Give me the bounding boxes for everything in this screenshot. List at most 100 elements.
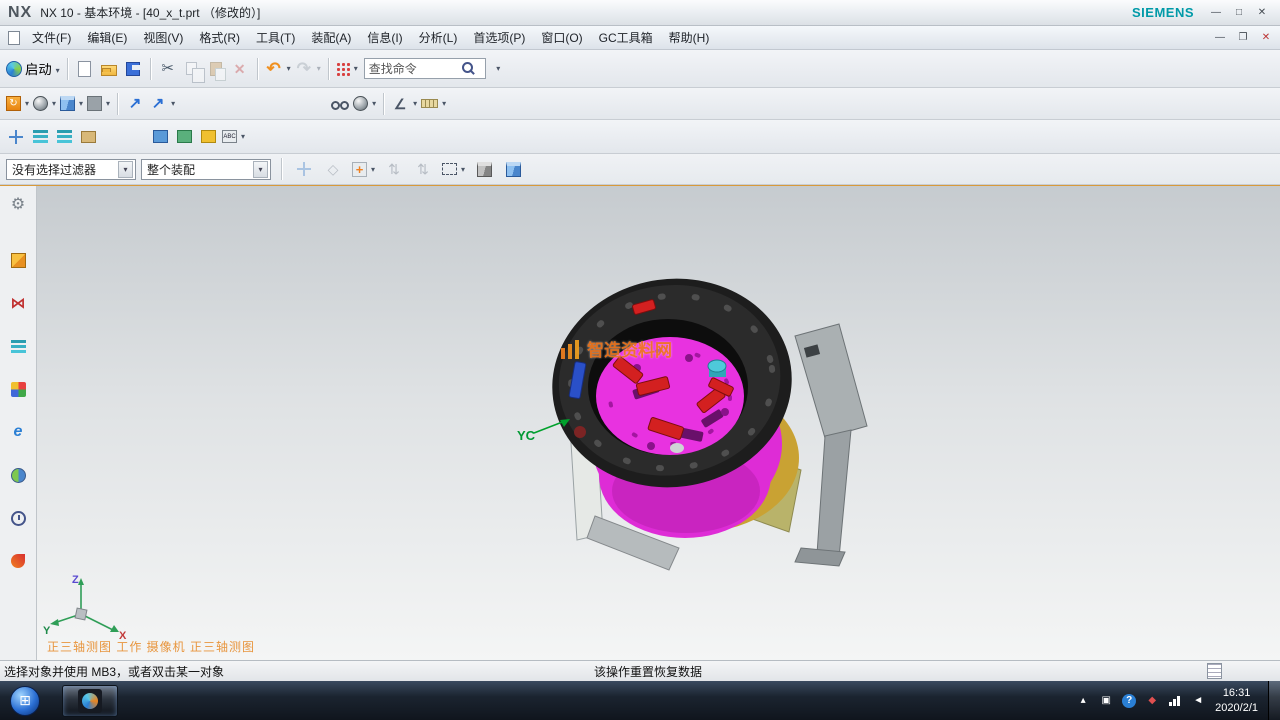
wave-geometry-button[interactable] bbox=[220, 124, 247, 150]
menu-analysis[interactable]: 分析(L) bbox=[411, 26, 466, 49]
new-component-button[interactable] bbox=[172, 124, 196, 150]
menu-file[interactable]: 文件(F) bbox=[24, 26, 79, 49]
child-close-button[interactable]: ✕ bbox=[1256, 30, 1276, 45]
assembly-constraints-button[interactable] bbox=[28, 124, 52, 150]
menu-help[interactable]: 帮助(H) bbox=[661, 26, 718, 49]
3d-model[interactable] bbox=[37, 186, 1280, 660]
reuse-library-button[interactable] bbox=[4, 376, 32, 402]
snap-point-icon bbox=[324, 160, 342, 178]
true-shading-button[interactable] bbox=[327, 91, 351, 117]
ruler-icon bbox=[421, 99, 438, 108]
view-cube-button[interactable] bbox=[58, 91, 85, 117]
menu-assembly[interactable]: 装配(A) bbox=[303, 26, 359, 49]
open-button[interactable] bbox=[97, 56, 121, 82]
child-restore-button[interactable]: ❐ bbox=[1233, 30, 1253, 45]
main-area: 智造资料网 YC Z Y X 正三轴测图 工作 摄像机 正三轴测图 bbox=[0, 185, 1280, 660]
process-studio-button[interactable] bbox=[4, 505, 32, 531]
book-icon bbox=[81, 131, 96, 143]
status-note-icon[interactable] bbox=[1207, 663, 1222, 679]
menu-view[interactable]: 视图(V) bbox=[135, 26, 191, 49]
start-button[interactable] bbox=[10, 686, 40, 716]
search-icon[interactable] bbox=[459, 60, 477, 78]
menu-window[interactable]: 窗口(O) bbox=[533, 26, 590, 49]
separator bbox=[150, 58, 151, 80]
select-all-button[interactable] bbox=[292, 156, 316, 182]
immediate-hide-button[interactable] bbox=[147, 91, 177, 117]
maximize-button[interactable]: □ bbox=[1229, 5, 1249, 20]
taskbar-clock[interactable]: 16:31 2020/2/1 bbox=[1215, 686, 1258, 715]
delete-button[interactable] bbox=[228, 56, 252, 82]
orient-view-icon bbox=[6, 96, 21, 111]
cycle-down-button[interactable] bbox=[411, 156, 435, 182]
visual-effects-button[interactable] bbox=[351, 91, 378, 117]
shortcut-grid-button[interactable] bbox=[334, 56, 360, 82]
paste-button[interactable] bbox=[204, 56, 228, 82]
general-selection-button[interactable] bbox=[472, 156, 496, 182]
sequence-button[interactable] bbox=[76, 124, 100, 150]
move-component-button[interactable] bbox=[4, 124, 28, 150]
show-desktop-button[interactable] bbox=[1268, 681, 1280, 720]
taskbar-nx-app-button[interactable] bbox=[62, 685, 118, 717]
blue-arrow-icon bbox=[149, 95, 167, 113]
redo-button[interactable] bbox=[293, 56, 323, 82]
web-browser-icon bbox=[9, 423, 27, 441]
save-button[interactable] bbox=[121, 56, 145, 82]
measure-button[interactable] bbox=[419, 91, 448, 117]
minimize-button[interactable]: — bbox=[1206, 5, 1226, 20]
hidden-icons-chevron[interactable] bbox=[1076, 694, 1090, 708]
start-label: 启动 bbox=[25, 59, 52, 78]
cut-button[interactable] bbox=[156, 56, 180, 82]
copy-button[interactable] bbox=[180, 56, 204, 82]
reuse-library-icon bbox=[11, 382, 26, 397]
rectangle-select-button[interactable] bbox=[440, 156, 467, 182]
menu-tools[interactable]: 工具(T) bbox=[248, 26, 303, 49]
cycle-up-button[interactable] bbox=[382, 156, 406, 182]
menu-information[interactable]: 信息(I) bbox=[359, 26, 410, 49]
sphere-icon bbox=[353, 96, 368, 111]
new-file-button[interactable] bbox=[73, 56, 97, 82]
copy-icon bbox=[186, 62, 197, 75]
menu-preferences[interactable]: 首选项(P) bbox=[465, 26, 533, 49]
menu-gc-toolbox[interactable]: GC工具箱 bbox=[591, 26, 661, 49]
constraint-navigator-button[interactable] bbox=[4, 290, 32, 316]
start-menu-button[interactable]: 启动 bbox=[4, 56, 62, 82]
help-tray-icon[interactable] bbox=[1122, 694, 1136, 708]
undo-button[interactable] bbox=[263, 56, 293, 82]
command-finder-input[interactable] bbox=[365, 60, 459, 77]
assembly-navigator-button[interactable] bbox=[4, 247, 32, 273]
child-minimize-button[interactable]: — bbox=[1210, 30, 1230, 45]
exploded-views-button[interactable] bbox=[52, 124, 76, 150]
orient-view-button[interactable] bbox=[4, 91, 31, 117]
cube-icon bbox=[60, 96, 75, 111]
highlight-selection-button[interactable] bbox=[501, 156, 525, 182]
assembly-navigator-icon bbox=[11, 253, 26, 268]
alert-tray-icon[interactable] bbox=[1145, 694, 1159, 708]
pattern-component-button[interactable] bbox=[196, 124, 220, 150]
highlight-add-button[interactable] bbox=[350, 156, 377, 182]
graphics-viewport[interactable]: 智造资料网 YC Z Y X 正三轴测图 工作 摄像机 正三轴测图 bbox=[37, 186, 1280, 660]
snap-angle-button[interactable] bbox=[389, 91, 419, 117]
document-icon bbox=[8, 31, 20, 45]
glasses-icon bbox=[330, 95, 348, 113]
snap-point-button[interactable] bbox=[321, 156, 345, 182]
volume-icon[interactable] bbox=[1191, 694, 1205, 708]
part-navigator-button[interactable] bbox=[4, 333, 32, 359]
web-browser-button[interactable] bbox=[4, 419, 32, 445]
selection-scope-select[interactable]: 整个装配 ▾ bbox=[141, 159, 271, 180]
menu-edit[interactable]: 编辑(E) bbox=[79, 26, 135, 49]
gray-cube-icon bbox=[477, 162, 492, 177]
add-component-button[interactable] bbox=[148, 124, 172, 150]
network-icon[interactable] bbox=[1169, 695, 1181, 706]
show-hide-button[interactable] bbox=[123, 91, 147, 117]
tray-app-icon[interactable] bbox=[1099, 694, 1113, 708]
close-button[interactable]: ✕ bbox=[1252, 5, 1272, 20]
menu-format[interactable]: 格式(R) bbox=[191, 26, 248, 49]
roles-button[interactable] bbox=[4, 548, 32, 574]
selection-filter-select[interactable]: 没有选择过滤器 ▾ bbox=[6, 159, 136, 180]
command-finder-options-button[interactable] bbox=[486, 56, 510, 82]
history-button[interactable] bbox=[4, 462, 32, 488]
rendering-style-button[interactable] bbox=[31, 91, 58, 117]
blue-cube-icon bbox=[506, 162, 521, 177]
navigator-settings-button[interactable] bbox=[4, 192, 32, 218]
background-button[interactable] bbox=[85, 91, 112, 117]
